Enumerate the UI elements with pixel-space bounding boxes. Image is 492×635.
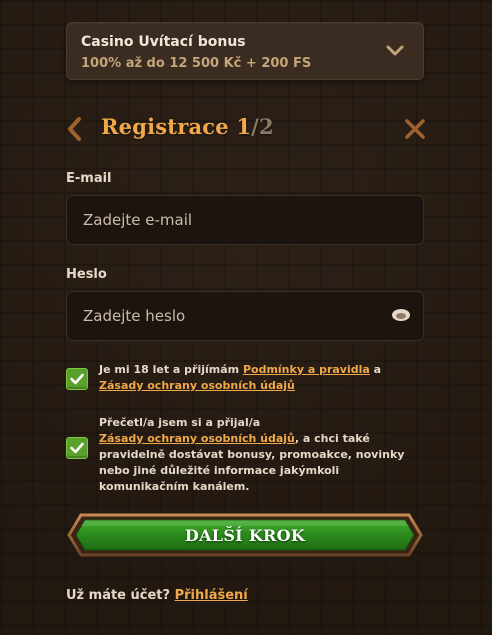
privacy-policy-link[interactable]: Zásady ochrany osobních údajů xyxy=(99,379,295,392)
login-link[interactable]: Přihlášení xyxy=(175,588,248,603)
email-label: E-mail xyxy=(66,171,112,186)
page-title: Registrace 1/2 xyxy=(101,114,274,139)
chevron-left-icon[interactable] xyxy=(64,116,86,142)
terms-link[interactable]: Podmínky a pravidla xyxy=(243,363,370,376)
step-total: 2 xyxy=(259,114,274,139)
age-terms-checkbox[interactable] xyxy=(66,368,88,390)
marketing-consent-text: Přečetl/a jsem si a přijal/a Zásady ochr… xyxy=(99,415,429,495)
page-title-text: Registrace xyxy=(101,114,237,139)
eye-icon[interactable] xyxy=(391,307,411,323)
email-field[interactable] xyxy=(66,195,424,245)
next-step-button-shape[interactable] xyxy=(67,512,423,558)
registration-panel: Casino Uvítací bonus 100% až do 12 500 K… xyxy=(0,0,492,635)
login-prompt-text: Už máte účet? xyxy=(66,588,175,603)
step-separator: / xyxy=(251,114,260,139)
privacy-policy-link[interactable]: Zásady ochrany osobních údajů xyxy=(99,432,295,445)
close-icon[interactable] xyxy=(403,117,427,141)
consent-text: a xyxy=(369,363,382,376)
bonus-subtitle: 100% až do 12 500 Kč + 200 FS xyxy=(81,56,312,71)
next-step-button[interactable]: DALŠÍ KROK xyxy=(67,512,423,558)
consent-text: Přečetl/a jsem si a přijal/a xyxy=(99,416,261,429)
password-field[interactable] xyxy=(66,291,424,341)
marketing-consent-checkbox[interactable] xyxy=(66,437,88,459)
age-terms-text: Je mi 18 let a přijímám Podmínky a pravi… xyxy=(99,362,429,394)
chevron-down-icon[interactable] xyxy=(385,41,405,61)
check-icon xyxy=(70,373,84,385)
consent-text: Je mi 18 let a přijímám xyxy=(99,363,243,376)
bonus-title: Casino Uvítací bonus xyxy=(81,34,246,50)
password-label: Heslo xyxy=(66,267,107,282)
bonus-dropdown[interactable]: Casino Uvítací bonus 100% až do 12 500 K… xyxy=(66,22,424,80)
login-prompt: Už máte účet? Přihlášení xyxy=(66,588,248,603)
step-current: 1 xyxy=(236,114,252,139)
check-icon xyxy=(70,442,84,454)
